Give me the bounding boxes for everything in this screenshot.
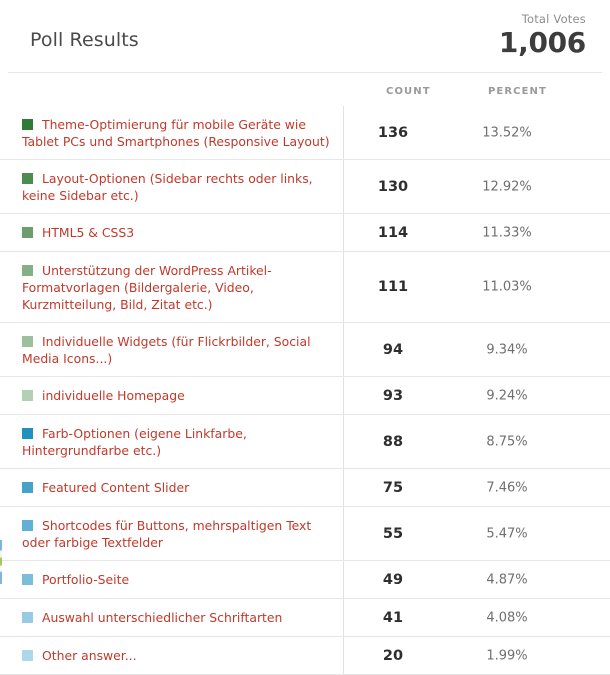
poll-results-table: COUNT PERCENT Theme-Optimierung für mobi… [0, 72, 610, 675]
answer-label: Auswahl unterschiedlicher Schriftarten [22, 599, 339, 635]
answer-text: Other answer... [42, 648, 137, 663]
answer-percent: 4.87% [486, 572, 528, 587]
answer-label: Featured Content Slider [22, 469, 339, 505]
answer-text: Portfolio-Seite [42, 572, 130, 587]
table-row[interactable]: Individuelle Widgets (für Flickrbilder, … [0, 323, 610, 377]
answer-percent: 11.33% [482, 225, 532, 240]
poll-results-widget: Poll Results Total Votes 1,006 COUNT PER… [0, 0, 610, 675]
color-swatch-icon [22, 173, 33, 184]
color-swatch-icon [22, 520, 33, 531]
table-row[interactable]: Unterstützung der WordPress Artikel-Form… [0, 252, 610, 323]
answer-text: Shortcodes für Buttons, mehrspaltigen Te… [22, 518, 312, 550]
answer-text: HTML5 & CSS3 [42, 225, 135, 240]
answer-percent: 13.52% [482, 125, 532, 140]
table-row[interactable]: Farb-Optionen (eigene Linkfarbe, Hinterg… [0, 415, 610, 469]
table-column-headers: COUNT PERCENT [0, 73, 610, 106]
answer-label: Shortcodes für Buttons, mehrspaltigen Te… [22, 507, 339, 560]
answer-percent: 5.47% [486, 526, 528, 541]
answer-text: Individuelle Widgets (für Flickrbilder, … [22, 334, 311, 366]
table-row[interactable]: Shortcodes für Buttons, mehrspaltigen Te… [0, 507, 610, 561]
table-body: Theme-Optimierung für mobile Geräte wie … [0, 106, 610, 675]
answer-label: Theme-Optimierung für mobile Geräte wie … [22, 106, 339, 159]
answer-count: 55 [382, 525, 404, 542]
color-swatch-icon [22, 482, 33, 493]
answer-percent: 12.92% [482, 179, 532, 194]
answer-percent: 11.03% [482, 279, 532, 295]
answer-percent: 7.46% [486, 480, 528, 495]
answer-count: 49 [382, 571, 404, 588]
answer-count: 93 [382, 387, 404, 404]
color-swatch-icon [22, 227, 33, 238]
answer-count: 88 [382, 433, 404, 450]
answer-text: Featured Content Slider [42, 480, 190, 495]
answer-label: individuelle Homepage [22, 377, 339, 413]
answer-count: 75 [382, 479, 404, 496]
answer-count: 130 [377, 178, 409, 195]
page-title: Poll Results [30, 29, 139, 51]
answer-label: Unterstützung der WordPress Artikel-Form… [22, 252, 339, 322]
answer-text: Layout-Optionen (Sidebar rechts oder lin… [22, 171, 313, 203]
answer-text: Theme-Optimierung für mobile Geräte wie … [22, 117, 330, 149]
table-row[interactable]: Featured Content Slider 75 7.46% [0, 469, 610, 507]
answer-count: 136 [377, 124, 409, 141]
answer-percent: 4.08% [486, 610, 528, 625]
answer-text: Auswahl unterschiedlicher Schriftarten [42, 610, 283, 625]
color-swatch-icon [22, 428, 33, 439]
answer-percent: 9.34% [486, 342, 528, 357]
answer-count: 94 [382, 341, 404, 358]
total-votes-value: 1,006 [498, 26, 586, 59]
edge-artifact [0, 540, 2, 584]
answer-percent: 1.99% [486, 648, 528, 663]
answer-count: 20 [382, 647, 404, 664]
answer-label: Farb-Optionen (eigene Linkfarbe, Hinterg… [22, 415, 339, 468]
answer-label: Layout-Optionen (Sidebar rechts oder lin… [22, 160, 339, 213]
color-swatch-icon [22, 336, 33, 347]
answer-percent: 8.75% [486, 434, 528, 449]
answer-text: Unterstützung der WordPress Artikel-Form… [22, 263, 272, 312]
table-row[interactable]: Auswahl unterschiedlicher Schriftarten 41… [0, 599, 610, 637]
answer-label: Individuelle Widgets (für Flickrbilder, … [22, 323, 339, 376]
answer-label: Portfolio-Seite [22, 561, 339, 597]
answer-text: individuelle Homepage [42, 388, 185, 403]
color-swatch-icon [22, 574, 33, 585]
column-header-count: COUNT [386, 86, 431, 97]
color-swatch-icon [22, 612, 33, 623]
color-swatch-icon [22, 390, 33, 401]
poll-header: Poll Results Total Votes 1,006 [0, 0, 610, 72]
color-swatch-icon [22, 650, 33, 661]
answer-count: 114 [377, 224, 409, 241]
answer-label: HTML5 & CSS3 [22, 214, 339, 250]
table-row[interactable]: individuelle Homepage 93 9.24% [0, 377, 610, 415]
answer-text: Farb-Optionen (eigene Linkfarbe, Hinterg… [22, 426, 247, 458]
total-votes-label: Total Votes [521, 12, 586, 26]
answer-count: 41 [382, 609, 404, 626]
color-swatch-icon [22, 119, 33, 130]
table-row[interactable]: Theme-Optimierung für mobile Geräte wie … [0, 106, 610, 160]
answer-count: 111 [377, 279, 409, 295]
table-row[interactable]: Portfolio-Seite 49 4.87% [0, 561, 610, 599]
table-row[interactable]: Other answer... 20 1.99% [0, 637, 610, 675]
answer-label: Other answer... [22, 637, 339, 673]
table-row[interactable]: Layout-Optionen (Sidebar rechts oder lin… [0, 160, 610, 214]
answer-percent: 9.24% [486, 388, 528, 403]
column-header-percent: PERCENT [488, 86, 547, 97]
color-swatch-icon [22, 265, 33, 276]
table-row[interactable]: HTML5 & CSS3 114 11.33% [0, 214, 610, 252]
total-votes-block: Total Votes 1,006 [499, 12, 586, 59]
